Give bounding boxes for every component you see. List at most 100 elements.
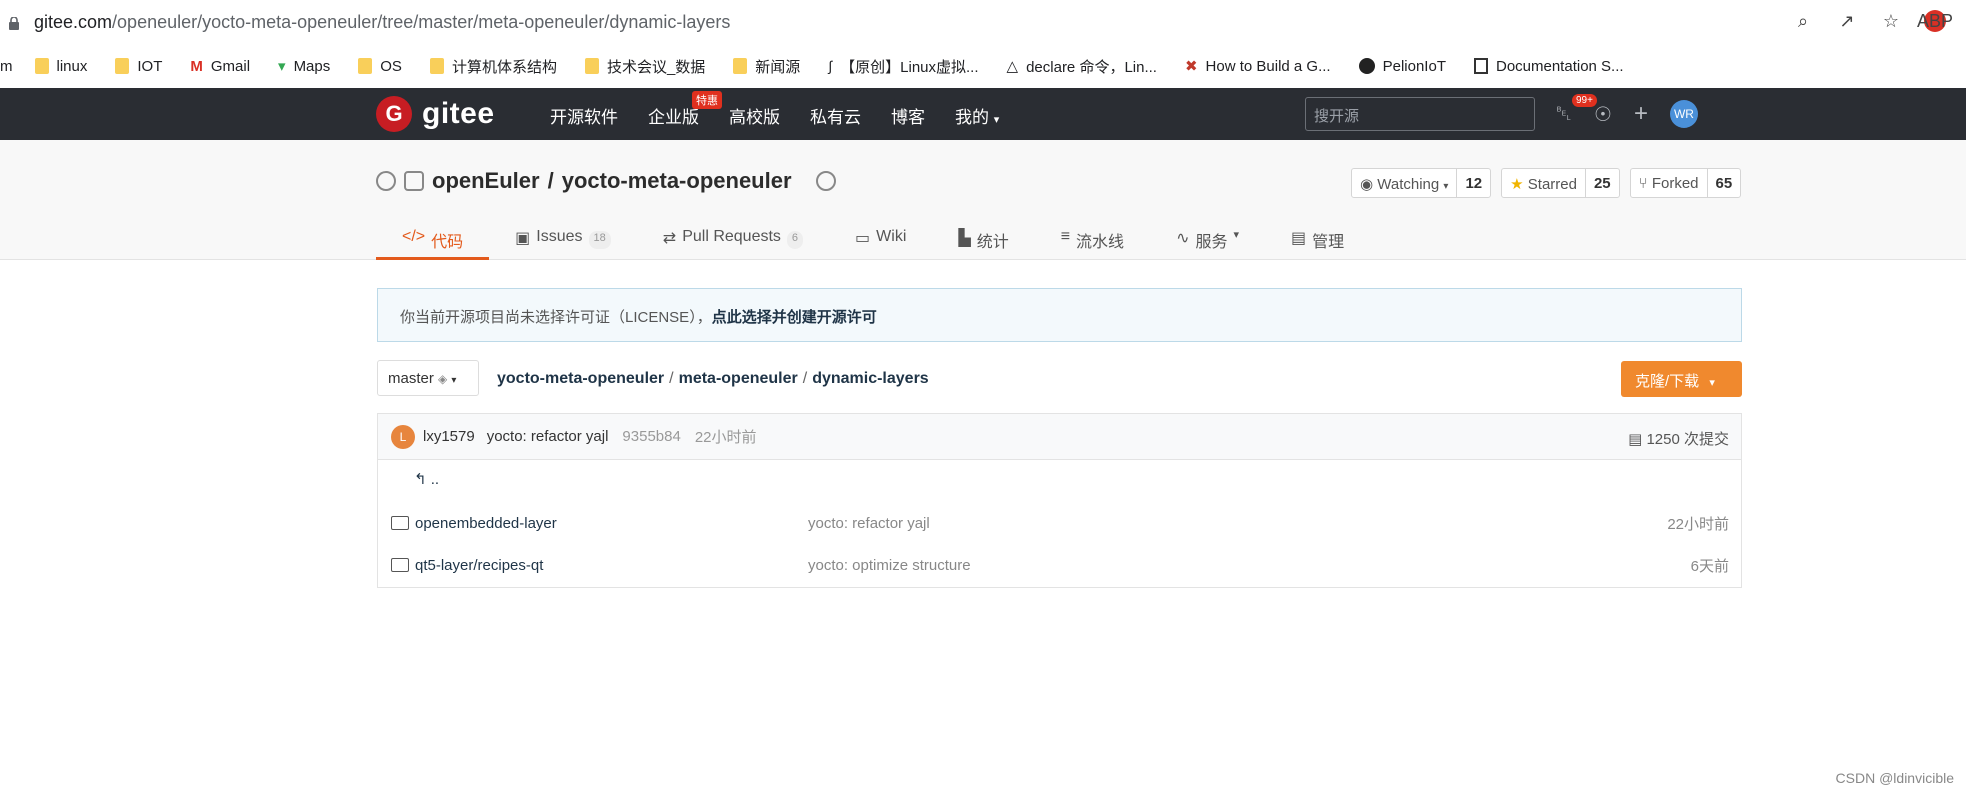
gitee-logo[interactable]: G gitee — [376, 96, 495, 132]
branch-icon: ◈ — [438, 372, 448, 386]
star-button[interactable]: ★ Starred 25 — [1501, 168, 1620, 198]
avatar[interactable]: WR — [1669, 100, 1698, 128]
chevron-down-icon: ▾ — [1443, 181, 1449, 192]
github-icon — [1358, 58, 1375, 74]
gmail-icon: M — [190, 57, 203, 75]
nav-enterprise[interactable]: 企业版 特惠 — [648, 91, 722, 128]
wiki-icon: ▭ — [855, 230, 871, 247]
tab-code[interactable]: </> 代码 — [376, 220, 490, 260]
folder-icon — [733, 58, 748, 74]
folder-icon — [429, 58, 444, 74]
notification-badge: 99+ — [1572, 94, 1597, 107]
breadcrumb-item[interactable]: yocto-meta-openeuler — [497, 370, 664, 387]
tab-pull-requests[interactable]: ⇄ Pull Requests 6 — [637, 220, 829, 260]
watch-button[interactable]: ◉ Watching ▾ 12 — [1351, 168, 1492, 198]
nav-private-cloud[interactable]: 私有云 — [810, 103, 861, 128]
create-license-link[interactable]: 点此选择并创建开源许可 — [712, 309, 877, 326]
back-arrow-icon: ↰ — [414, 471, 427, 488]
search-input[interactable]: 搜开源 — [1305, 97, 1535, 131]
bookmark-item[interactable]: OS — [358, 58, 402, 75]
main-nav: 开源软件 企业版 特惠 高校版 私有云 博客 我的 ▾ — [550, 91, 999, 128]
pipeline-icon: ≡ — [1060, 228, 1071, 245]
plus-icon[interactable]: + — [1634, 100, 1648, 128]
file-list: L lxy1579 yocto: refactor yajl 9355b84 2… — [377, 413, 1742, 588]
bookmark-item[interactable]: 计算机体系结构 — [429, 56, 557, 77]
tux-icon: △ — [1006, 58, 1019, 75]
bookmark-item[interactable]: m — [0, 58, 13, 75]
fork-button[interactable]: ⑂ Forked 65 — [1629, 168, 1742, 198]
docs-icon — [1473, 58, 1488, 74]
bookmark-item[interactable]: 新闻源 — [733, 56, 800, 77]
bookmark-item[interactable]: 技术会议_数据 — [584, 56, 705, 77]
folder-icon — [115, 58, 130, 74]
bookmark-item[interactable]: △ declare 命令，Lin... — [1007, 56, 1157, 77]
file-time: 22小时前 — [1667, 515, 1729, 533]
license-notice: 你当前开源项目尚未选择许可证（LICENSE），点此选择并创建开源许可 — [377, 288, 1742, 342]
repo-tabs: </> 代码 ▣ Issues 18 ⇄ Pull Requests 6 ▭ Wiki ▙ 统… — [376, 220, 1370, 260]
parent-dir-row[interactable]: ↰ .. — [378, 460, 1741, 502]
url-text[interactable]: gitee.com/openeuler/yocto-meta-openeuler… — [34, 12, 730, 33]
fork-count: 65 — [1715, 175, 1733, 192]
breadcrumb-item[interactable]: meta-openeuler — [679, 370, 798, 387]
project-header: openEuler / yocto-meta-openeuler ◉ Watch… — [0, 140, 1966, 260]
tab-services[interactable]: ∿ 服务 ▾ — [1150, 220, 1265, 260]
commit-time: 22小时前 — [694, 429, 757, 446]
repo-owner[interactable]: openEuler — [432, 168, 540, 194]
bookmark-item[interactable]: ✖ How to Build a G... — [1185, 57, 1331, 76]
breadcrumb-item[interactable]: dynamic-layers — [812, 370, 929, 387]
repo-title: openEuler / yocto-meta-openeuler — [376, 168, 836, 194]
gear-icon[interactable] — [815, 171, 836, 191]
tab-wiki[interactable]: ▭ Wiki — [829, 220, 932, 260]
pull-request-icon: ⇄ — [662, 230, 677, 247]
file-commit-message[interactable]: yocto: refactor yajl — [808, 515, 930, 532]
file-commit-message[interactable]: yocto: optimize structure — [808, 557, 971, 574]
url-path: /openeuler/yocto-meta-openeuler/tree/mas… — [112, 12, 731, 32]
tab-stats[interactable]: ▙ 统计 — [932, 220, 1034, 260]
repo-name[interactable]: yocto-meta-openeuler — [562, 168, 792, 194]
star-icon: ★ — [1510, 176, 1524, 193]
settings-icon: ▤ — [1291, 230, 1307, 247]
nav-mine[interactable]: 我的 ▾ — [955, 103, 999, 128]
star-icon[interactable]: ☆ — [1880, 10, 1902, 32]
eye-icon: ◉ — [1360, 176, 1374, 193]
folder-icon — [584, 58, 599, 74]
site-header: G gitee 开源软件 企业版 特惠 高校版 私有云 博客 我的 ▾ 搜开源 ␇… — [0, 88, 1966, 140]
extension-icon[interactable]: ABP — [1917, 10, 1953, 32]
bookmark-item[interactable]: IOT — [115, 58, 162, 75]
bookmark-item[interactable]: linux — [34, 58, 87, 75]
zoom-icon[interactable]: ⌕ — [1792, 10, 1814, 32]
commit-author[interactable]: lxy1579 — [423, 428, 475, 445]
share-icon[interactable]: ↗ — [1836, 10, 1858, 32]
nav-blog[interactable]: 博客 — [891, 103, 925, 128]
clone-download-button[interactable]: 克隆/下载 ▾ — [1621, 361, 1742, 397]
watermark: CSDN @ldinvicible — [1835, 770, 1954, 786]
file-name[interactable]: qt5-layer/recipes-qt — [415, 557, 543, 574]
branch-select[interactable]: master ◈ ▾ — [377, 360, 479, 396]
file-name[interactable]: openembedded-layer — [415, 515, 557, 532]
bulb-icon[interactable]: ☉ — [1594, 102, 1612, 127]
folder-icon — [358, 58, 373, 74]
commit-total[interactable]: ▤ 1250 次提交 — [1628, 428, 1729, 449]
bell-icon[interactable]: ␇ — [1556, 103, 1572, 126]
url-host: gitee.com — [34, 12, 113, 32]
commit-message[interactable]: yocto: refactor yajl — [487, 428, 609, 445]
tab-issues[interactable]: ▣ Issues 18 — [489, 220, 637, 260]
tab-pipeline[interactable]: ≡ 流水线 — [1035, 220, 1150, 260]
bookmark-item[interactable]: ▾ Maps — [278, 57, 330, 76]
bookmark-item[interactable]: ∫ 【原创】Linux虚拟... — [828, 56, 978, 77]
latest-commit: L lxy1579 yocto: refactor yajl 9355b84 2… — [378, 414, 1741, 460]
commit-hash[interactable]: 9355b84 — [622, 428, 680, 445]
avatar[interactable]: L — [391, 424, 415, 449]
table-row[interactable]: openembedded-layer yocto: refactor yajl … — [378, 502, 1741, 544]
bookmark-item[interactable]: M Gmail — [190, 58, 250, 75]
bookmark-item[interactable]: Documentation S... — [1473, 58, 1624, 75]
nav-education[interactable]: 高校版 — [729, 103, 780, 128]
hot-badge: 特惠 — [692, 91, 722, 109]
tab-manage[interactable]: ▤ 管理 — [1265, 220, 1370, 260]
nav-open-source[interactable]: 开源软件 — [550, 103, 618, 128]
bookmark-item[interactable]: PelionIoT — [1358, 58, 1446, 75]
chevron-down-icon: ▾ — [993, 114, 1000, 126]
chart-icon: ▙ — [958, 230, 971, 247]
table-row[interactable]: qt5-layer/recipes-qt yocto: optimize str… — [378, 544, 1741, 586]
browser-address-bar[interactable]: gitee.com/openeuler/yocto-meta-openeuler… — [0, 0, 1966, 46]
